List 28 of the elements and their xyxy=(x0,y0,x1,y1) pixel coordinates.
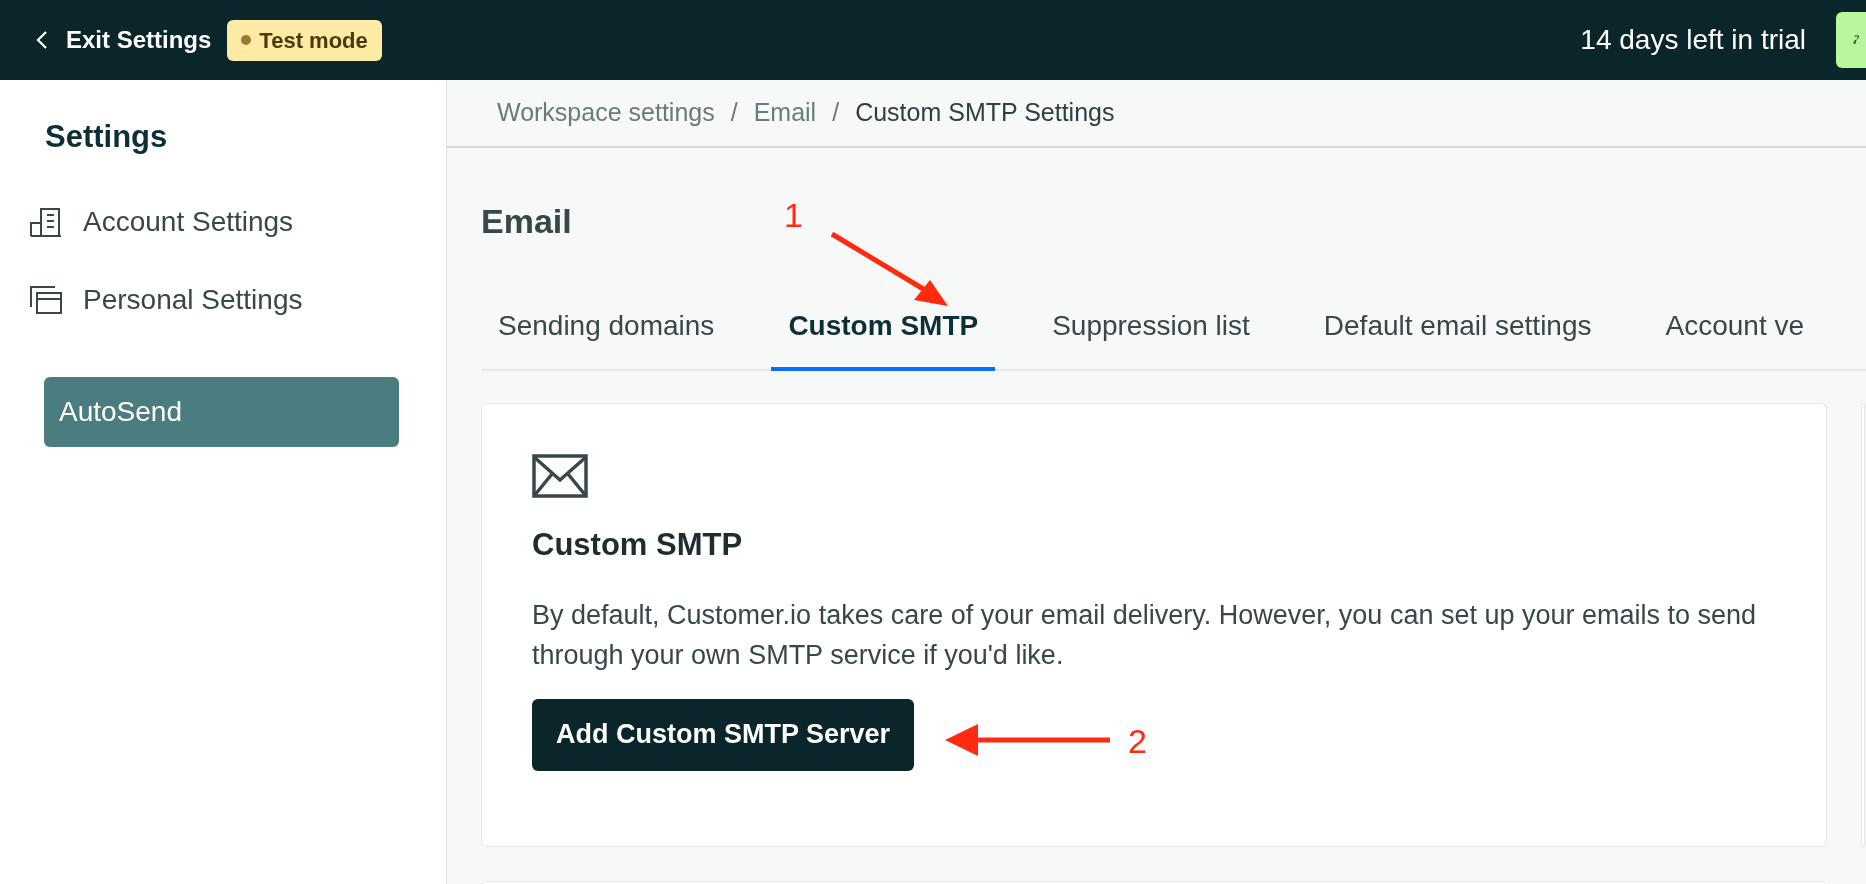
breadcrumb-link[interactable]: Workspace settings xyxy=(497,94,715,132)
sidebar-title: Settings xyxy=(45,118,169,156)
breadcrumb-link[interactable]: Custom SMTP Settings xyxy=(855,94,1115,132)
add-smtp-server-button[interactable]: Add Custom SMTP Server xyxy=(532,698,915,771)
trial-text: 14 days left in trial xyxy=(1580,23,1806,57)
breadcrumb-link[interactable]: Email xyxy=(753,94,817,132)
building-icon xyxy=(29,206,63,237)
card-title: Custom SMTP xyxy=(532,526,744,564)
tab[interactable]: Suppression list xyxy=(1035,305,1267,371)
card-description: By default, Customer.io takes care of your email delivery. However, you can set up your emails to send through your own SMTP service if you'd like. xyxy=(532,598,1758,672)
annotation-number: 1 xyxy=(784,195,803,236)
windows-icon xyxy=(29,284,63,315)
tab[interactable]: Sending domains xyxy=(481,305,732,371)
upgrade-button[interactable] xyxy=(1836,12,1866,68)
envelope-icon xyxy=(532,454,588,498)
breadcrumb-separator: / xyxy=(730,97,738,129)
sidebar-item[interactable]: Personal Settings xyxy=(0,278,303,321)
tab[interactable]: Account ve xyxy=(1648,305,1805,371)
test-mode-badge: Test mode xyxy=(227,19,382,61)
back-chevron-icon xyxy=(36,30,48,50)
breadcrumb-separator: / xyxy=(832,97,840,129)
annotation-number: 2 xyxy=(1128,721,1147,762)
exit-settings-link[interactable]: Exit Settings xyxy=(36,22,212,58)
page-title: Email xyxy=(481,201,572,242)
sidebar-item[interactable]: Account Settings xyxy=(0,200,294,243)
workspace-item[interactable]: AutoSend xyxy=(44,376,399,447)
tab[interactable]: Default email settings xyxy=(1306,305,1609,371)
tab[interactable]: Custom SMTP xyxy=(771,305,996,371)
